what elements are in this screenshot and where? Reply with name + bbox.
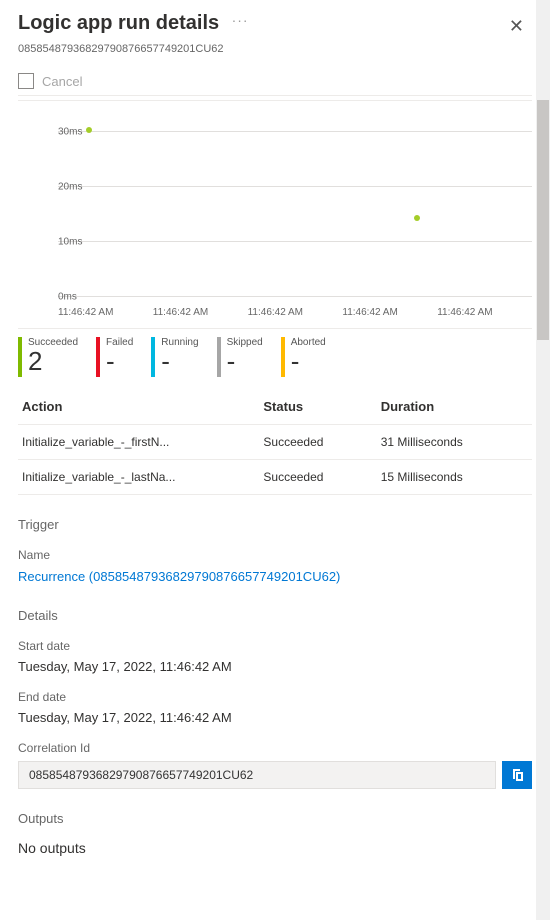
scrollbar-thumb[interactable]	[537, 100, 549, 340]
status-value: -	[161, 348, 198, 374]
cell-action: Initialize_variable_-_lastNa...	[18, 460, 259, 495]
cancel-row: Cancel	[18, 67, 532, 96]
y-tick: 0ms	[58, 292, 77, 303]
x-tick: 11:46:42 AM	[153, 307, 248, 318]
chart-plot: 30ms 20ms 10ms 0ms	[18, 111, 532, 301]
x-tick: 11:46:42 AM	[437, 307, 532, 318]
y-tick: 20ms	[58, 182, 82, 193]
start-date-value: Tuesday, May 17, 2022, 11:46:42 AM	[18, 659, 532, 674]
col-duration[interactable]: Duration	[377, 389, 532, 425]
end-date-value: Tuesday, May 17, 2022, 11:46:42 AM	[18, 710, 532, 725]
status-item-succeeded[interactable]: Succeeded 2	[18, 337, 96, 377]
status-value: 2	[28, 348, 78, 374]
x-axis: 11:46:42 AM 11:46:42 AM 11:46:42 AM 11:4…	[18, 307, 532, 318]
more-menu-icon[interactable]: ···	[232, 12, 249, 28]
status-color-bar	[18, 337, 22, 377]
outputs-value: No outputs	[18, 840, 532, 856]
copy-button[interactable]	[502, 761, 532, 789]
cell-status: Succeeded	[259, 425, 376, 460]
start-date-label: Start date	[18, 639, 532, 653]
chart-data-point[interactable]	[86, 127, 92, 133]
status-summary: Succeeded 2 Failed - Running - Skipped -…	[18, 328, 532, 385]
chart-area: 30ms 20ms 10ms 0ms 11:46:42 AM 11:46:42 …	[18, 111, 532, 318]
status-value: -	[291, 348, 326, 374]
table-row[interactable]: Initialize_variable_-_lastNa... Succeede…	[18, 460, 532, 495]
divider	[18, 100, 532, 101]
status-item-aborted[interactable]: Aborted -	[281, 337, 344, 377]
status-value: -	[227, 348, 263, 374]
trigger-section: Trigger	[18, 517, 532, 532]
panel-header: Logic app run details ··· ✕	[18, 12, 532, 41]
correlation-row	[18, 761, 532, 789]
cell-duration: 15 Milliseconds	[377, 460, 532, 495]
y-tick: 30ms	[58, 127, 82, 138]
run-id-text: 08585487936829790876657749201CU62	[18, 43, 532, 55]
status-item-skipped[interactable]: Skipped -	[217, 337, 281, 377]
cell-action: Initialize_variable_-_firstN...	[18, 425, 259, 460]
status-color-bar	[151, 337, 155, 377]
cancel-checkbox[interactable]	[18, 73, 34, 89]
status-item-running[interactable]: Running -	[151, 337, 216, 377]
col-action[interactable]: Action	[18, 389, 259, 425]
close-button[interactable]: ✕	[501, 12, 532, 41]
page-title: Logic app run details	[18, 12, 219, 34]
x-tick: 11:46:42 AM	[342, 307, 437, 318]
col-status[interactable]: Status	[259, 389, 376, 425]
trigger-name-link[interactable]: Recurrence (0858548793682979087665774920…	[18, 569, 340, 584]
end-date-label: End date	[18, 690, 532, 704]
details-section: Details	[18, 608, 532, 623]
status-value: -	[106, 348, 133, 374]
chart-data-point[interactable]	[414, 215, 420, 221]
scrollbar[interactable]	[536, 0, 550, 920]
trigger-name-label: Name	[18, 548, 532, 562]
table-row[interactable]: Initialize_variable_-_firstN... Succeede…	[18, 425, 532, 460]
copy-icon	[509, 767, 525, 783]
status-color-bar	[217, 337, 221, 377]
correlation-id-label: Correlation Id	[18, 741, 532, 755]
status-item-failed[interactable]: Failed -	[96, 337, 151, 377]
correlation-id-input[interactable]	[18, 761, 496, 789]
y-tick: 10ms	[58, 237, 82, 248]
status-color-bar	[281, 337, 285, 377]
cell-status: Succeeded	[259, 460, 376, 495]
x-tick: 11:46:42 AM	[248, 307, 343, 318]
close-icon: ✕	[509, 16, 524, 36]
x-tick: 11:46:42 AM	[58, 307, 153, 318]
outputs-section: Outputs	[18, 811, 532, 826]
cell-duration: 31 Milliseconds	[377, 425, 532, 460]
actions-table: Action Status Duration Initialize_variab…	[18, 389, 532, 495]
status-color-bar	[96, 337, 100, 377]
cancel-label: Cancel	[42, 74, 82, 89]
